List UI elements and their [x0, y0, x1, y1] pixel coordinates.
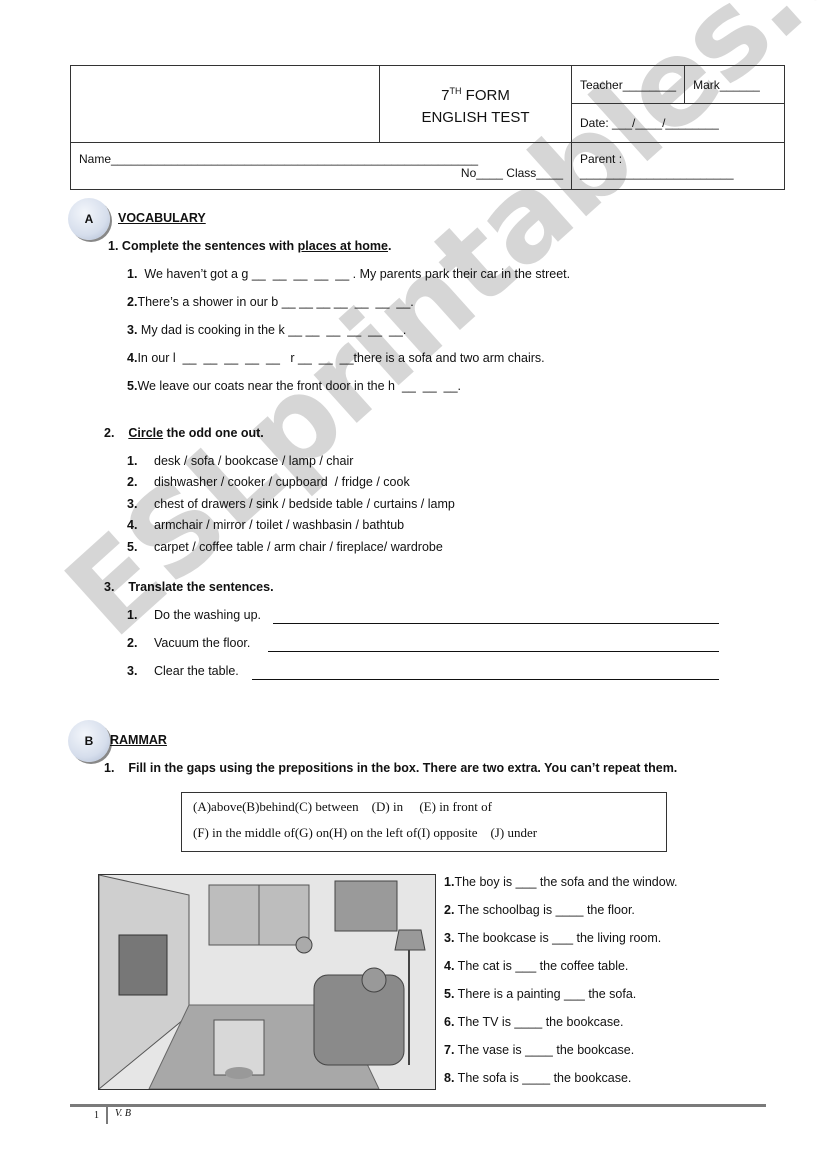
- odd-one-out-item: 3. chest of drawers / sink / bedside tabl…: [127, 497, 455, 511]
- prepositions-row: (F) in the middle of(G) on(H) on the lef…: [193, 825, 538, 840]
- translate-item: 2. Vacuum the floor.: [127, 636, 251, 650]
- grammar-item: 7. The vase is ____ the bookcase.: [444, 1043, 635, 1057]
- no-class-field[interactable]: No____ Class____: [461, 166, 563, 180]
- painting-shape: [334, 880, 398, 932]
- living-room-picture: [98, 874, 436, 1090]
- parent-field[interactable]: Parent : _______________________: [571, 142, 785, 190]
- grammar-q1-heading: 1. Fill in the gaps using the prepositio…: [104, 761, 678, 775]
- section-b-badge: B: [68, 720, 110, 762]
- grammar-item: 6. The TV is ____ the bookcase.: [444, 1015, 624, 1029]
- translate-answer-line[interactable]: [252, 678, 719, 680]
- grammar-item: 8. The sofa is ____ the bookcase.: [444, 1071, 632, 1085]
- translate-answer-line[interactable]: [268, 650, 719, 652]
- tv-shape: [118, 934, 168, 996]
- mark-field[interactable]: Mark______: [684, 65, 785, 104]
- grammar-item: 1.The boy is ___ the sofa and the window…: [444, 875, 678, 889]
- cat-shape: [225, 1067, 253, 1079]
- vocab-q1-item: 1. We haven’t got a g __ __ __ __ __ . M…: [127, 267, 571, 281]
- footer-author: V. B: [115, 1108, 131, 1119]
- translate-item: 1. Do the washing up.: [127, 608, 262, 622]
- grammar-item: 2. The schoolbag is ____ the floor.: [444, 903, 635, 917]
- odd-one-out-item: 1. desk / sofa / bookcase / lamp / chair: [127, 454, 354, 468]
- sofa-shape: [313, 974, 405, 1066]
- grammar-item: 3. The bookcase is ___ the living room.: [444, 931, 662, 945]
- boy-shape: [295, 936, 313, 954]
- vocab-q1-item: 5.We leave our coats near the front door…: [127, 379, 462, 393]
- section-b-title: RAMMAR: [110, 733, 167, 747]
- translate-item: 3. Clear the table.: [127, 664, 239, 678]
- vocab-q3-heading: 3. Translate the sentences.: [104, 580, 274, 594]
- grammar-item: 4. The cat is ___ the coffee table.: [444, 959, 629, 973]
- vocab-q1-item: 4.In our l __ __ __ __ __ r __ __ __ther…: [127, 351, 545, 365]
- section-a-title: VOCABULARY: [118, 211, 206, 225]
- vocab-q1-item: 2.There’s a shower in our b __ __ __ __ …: [127, 295, 414, 309]
- prepositions-row: (A)above(B)behind(C) between (D) in (E) …: [193, 799, 492, 814]
- header-blank-cell: [70, 65, 380, 143]
- name-field[interactable]: Name____________________________________…: [79, 152, 478, 166]
- prepositions-box: (A)above(B)behind(C) between (D) in (E) …: [181, 792, 667, 852]
- header-table: 7TH FORM ENGLISH TEST Teacher________ Ma…: [70, 65, 785, 190]
- vocab-q1-heading: 1. Complete the sentences with places at…: [108, 239, 392, 253]
- vocab-q2-heading: 2. Circle the odd one out.: [104, 426, 264, 440]
- section-a-badge: A: [68, 198, 110, 240]
- test-title: ENGLISH TEST: [421, 108, 530, 126]
- grammar-item: 5. There is a painting ___ the sofa.: [444, 987, 637, 1001]
- coffee-table-shape: [213, 1019, 265, 1076]
- living-room-illustration: [99, 875, 435, 1089]
- girl-shape: [361, 967, 387, 993]
- footer-rule: [70, 1104, 766, 1107]
- vocab-q1-item: 3. My dad is cooking in the k __ __ __ _…: [127, 323, 407, 337]
- odd-one-out-item: 4. armchair / mirror / toilet / washbasin…: [127, 518, 405, 532]
- odd-one-out-item: 5. carpet / coffee table / arm chair / fi…: [127, 540, 443, 554]
- header-title-cell: 7TH FORM ENGLISH TEST: [379, 65, 572, 143]
- odd-one-out-item: 2. dishwasher / cooker / cupboard / fridg…: [127, 475, 410, 489]
- footer-separator: [106, 1106, 108, 1124]
- teacher-field[interactable]: Teacher________: [570, 65, 686, 104]
- date-field[interactable]: Date: ___/____/________: [571, 103, 785, 143]
- name-row: Name____________________________________…: [70, 142, 572, 190]
- translate-answer-line[interactable]: [273, 622, 719, 624]
- page-number: 1: [94, 1110, 99, 1121]
- test-title-form: 7TH FORM: [441, 85, 510, 104]
